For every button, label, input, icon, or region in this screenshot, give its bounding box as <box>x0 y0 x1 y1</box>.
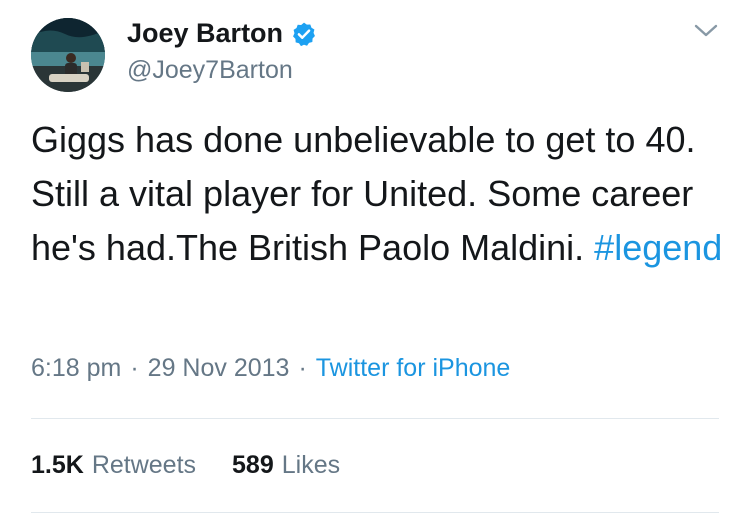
tweet-meta: 6:18 pm · 29 Nov 2013 · Twitter for iPho… <box>31 354 510 383</box>
author-handle[interactable]: @Joey7Barton <box>127 56 293 85</box>
tweet-text: Giggs has done unbelievable to get to 40… <box>31 113 743 275</box>
hashtag-link[interactable]: #legend <box>594 227 722 268</box>
likes-label: Likes <box>281 451 341 479</box>
tweet-card: Joey Barton @Joey7Barton Giggs has done … <box>0 0 750 517</box>
retweets-count: 1.5K <box>31 451 84 479</box>
divider <box>31 418 719 419</box>
author-row: Joey Barton <box>127 18 317 49</box>
likes-stat[interactable]: 589 Likes <box>232 451 340 480</box>
divider <box>31 512 719 513</box>
retweets-label: Retweets <box>91 451 197 479</box>
tweet-source-link[interactable]: Twitter for iPhone <box>316 354 511 383</box>
tweet-date[interactable]: 29 Nov 2013 <box>148 354 290 383</box>
meta-separator: · <box>298 354 307 382</box>
tweet-time[interactable]: 6:18 pm <box>31 354 121 383</box>
avatar[interactable] <box>31 18 105 92</box>
likes-count: 589 <box>232 451 274 479</box>
tweet-stats: 1.5K Retweets 589 Likes <box>31 451 340 480</box>
retweets-stat[interactable]: 1.5K Retweets <box>31 451 196 480</box>
chevron-down-icon[interactable] <box>693 22 719 40</box>
display-name[interactable]: Joey Barton <box>127 18 283 49</box>
verified-badge-icon <box>293 22 315 46</box>
meta-separator: · <box>130 354 139 382</box>
